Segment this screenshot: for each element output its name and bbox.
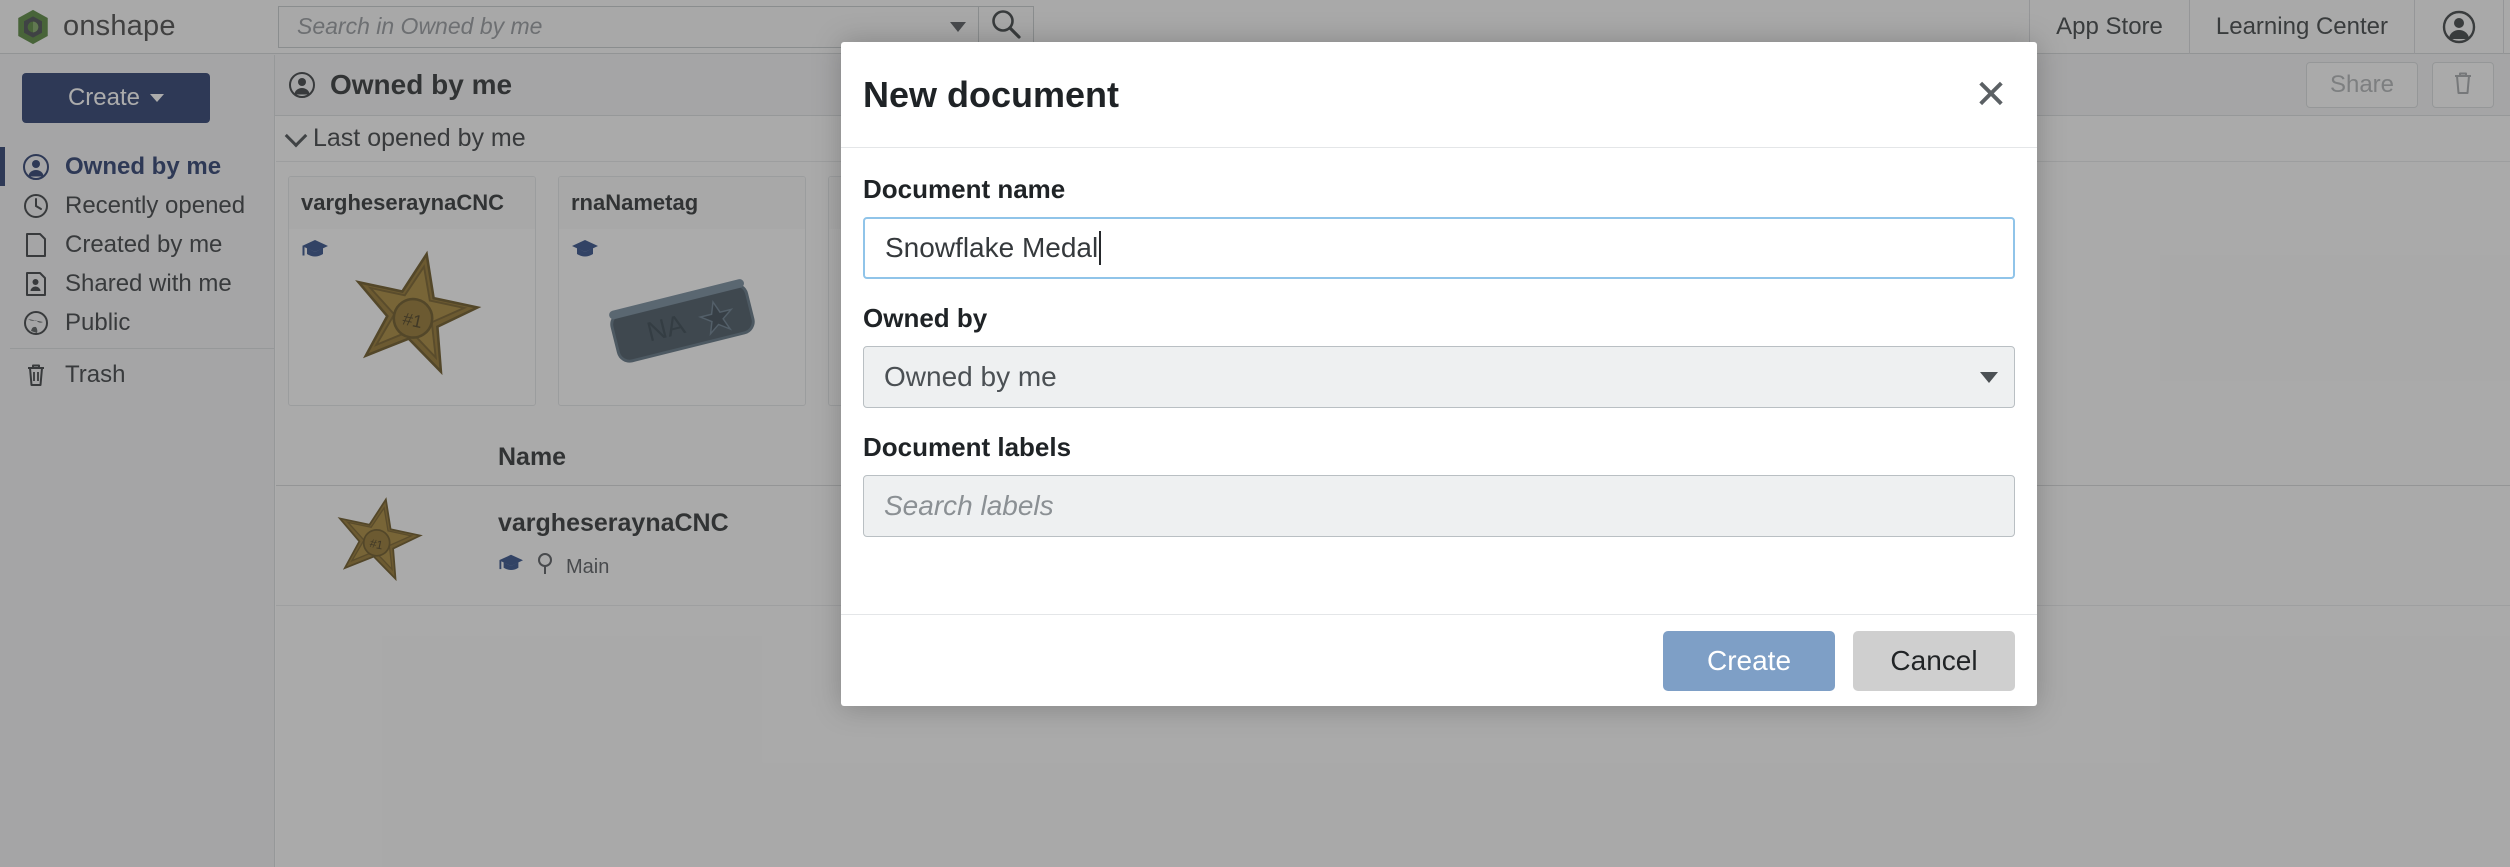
create-button-label: Create bbox=[67, 84, 141, 111]
brand[interactable]: onshape bbox=[0, 9, 250, 45]
sidebar-item-label: Created by me bbox=[65, 230, 223, 258]
owned-by-label: Owned by bbox=[863, 303, 988, 333]
search-icon bbox=[989, 7, 1023, 46]
document-card[interactable]: rnaNametag NA bbox=[558, 176, 806, 406]
row-branch-label: Main bbox=[566, 555, 610, 578]
card-title: vargheseraynaCNC bbox=[289, 177, 535, 229]
sidebar-item-label: Shared with me bbox=[65, 269, 232, 297]
modal-body: Document name Snowflake Medal Owned by O… bbox=[841, 148, 2037, 614]
shared-document-icon bbox=[22, 270, 50, 298]
document-name-label: Document name bbox=[863, 174, 1066, 204]
page-title: Owned by me bbox=[330, 69, 513, 100]
document-name-field: Document name Snowflake Medal bbox=[863, 174, 2015, 279]
sidebar: Create Owned by me Recently opened Creat… bbox=[0, 55, 275, 867]
sidebar-item-label: Recently opened bbox=[65, 191, 246, 219]
sidebar-item-label: Trash bbox=[65, 360, 126, 388]
person-circle-icon bbox=[22, 153, 50, 181]
modal-footer: Create Cancel bbox=[841, 614, 2037, 706]
chevron-down-icon bbox=[284, 124, 308, 147]
create-button[interactable]: Create bbox=[1663, 630, 1835, 691]
clock-icon bbox=[22, 192, 50, 220]
cancel-button[interactable]: Cancel bbox=[1853, 630, 2015, 691]
document-icon bbox=[22, 231, 50, 259]
document-labels-field: Document labels Search labels bbox=[863, 432, 2015, 537]
sidebar-item-owned-by-me[interactable]: Owned by me bbox=[0, 147, 274, 186]
sidebar-item-trash[interactable]: Trash bbox=[0, 355, 274, 394]
search-placeholder: Search in Owned by me bbox=[297, 13, 543, 39]
person-circle-icon bbox=[288, 71, 316, 99]
owned-by-field: Owned by Owned by me bbox=[863, 303, 2015, 408]
svg-text:#1: #1 bbox=[401, 308, 424, 332]
caret-down-icon bbox=[1980, 371, 1998, 383]
document-labels-input[interactable]: Search labels bbox=[863, 475, 2015, 537]
sidebar-item-public[interactable]: Public bbox=[0, 303, 274, 342]
document-card[interactable]: vargheseraynaCNC #1 bbox=[288, 176, 536, 406]
trash-icon bbox=[22, 361, 50, 389]
delete-button[interactable] bbox=[2432, 62, 2494, 108]
sidebar-item-label: Owned by me bbox=[65, 152, 222, 180]
page-actions: Share bbox=[2306, 62, 2494, 108]
sidebar-item-created-by-me[interactable]: Created by me bbox=[0, 225, 274, 264]
modal-title: New document bbox=[863, 73, 1120, 115]
owned-by-value: Owned by me bbox=[884, 361, 1057, 392]
header-actions: App Store Learning Center bbox=[2029, 0, 2510, 54]
app-store-button[interactable]: App Store bbox=[2029, 0, 2189, 54]
card-body: NA bbox=[559, 229, 805, 405]
learning-center-button[interactable]: Learning Center bbox=[2188, 0, 2414, 54]
section-label: Last opened by me bbox=[313, 124, 526, 152]
create-button[interactable]: Create bbox=[22, 73, 210, 123]
share-button[interactable]: Share bbox=[2306, 62, 2418, 108]
sidebar-item-recently-opened[interactable]: Recently opened bbox=[0, 186, 274, 225]
branch-pin-icon bbox=[536, 552, 554, 583]
sidebar-item-label: Public bbox=[65, 308, 131, 336]
onshape-logo-icon bbox=[16, 9, 50, 45]
account-menu-button[interactable] bbox=[2414, 0, 2504, 54]
caret-down-icon bbox=[150, 94, 165, 102]
modal-header: New document ✕ bbox=[841, 42, 2037, 148]
chevron-down-icon[interactable] bbox=[950, 21, 966, 32]
sidebar-item-shared-with-me[interactable]: Shared with me bbox=[0, 264, 274, 303]
close-icon[interactable]: ✕ bbox=[1971, 75, 2011, 115]
card-title: rnaNametag bbox=[559, 177, 805, 229]
trash-icon bbox=[2449, 69, 2477, 102]
owned-by-select[interactable]: Owned by me bbox=[863, 346, 2015, 408]
card-thumbnail: NA bbox=[559, 247, 805, 399]
text-cursor bbox=[1099, 231, 1102, 265]
document-labels-label: Document labels bbox=[863, 432, 1072, 462]
row-thumbnail: #1 bbox=[276, 492, 476, 600]
graduation-cap-icon bbox=[498, 552, 524, 583]
document-name-input[interactable]: Snowflake Medal bbox=[863, 217, 2015, 279]
new-document-modal: New document ✕ Document name Snowflake M… bbox=[841, 42, 2037, 706]
sidebar-divider bbox=[10, 348, 274, 349]
card-body: #1 bbox=[289, 229, 535, 405]
create-button-wrap: Create bbox=[0, 55, 274, 133]
document-labels-placeholder: Search labels bbox=[884, 490, 1054, 521]
document-name-value: Snowflake Medal bbox=[885, 232, 1099, 263]
globe-icon bbox=[22, 309, 50, 337]
card-thumbnail: #1 bbox=[289, 247, 535, 399]
brand-name: onshape bbox=[63, 10, 176, 42]
sidebar-nav: Owned by me Recently opened Created by m… bbox=[0, 147, 274, 394]
